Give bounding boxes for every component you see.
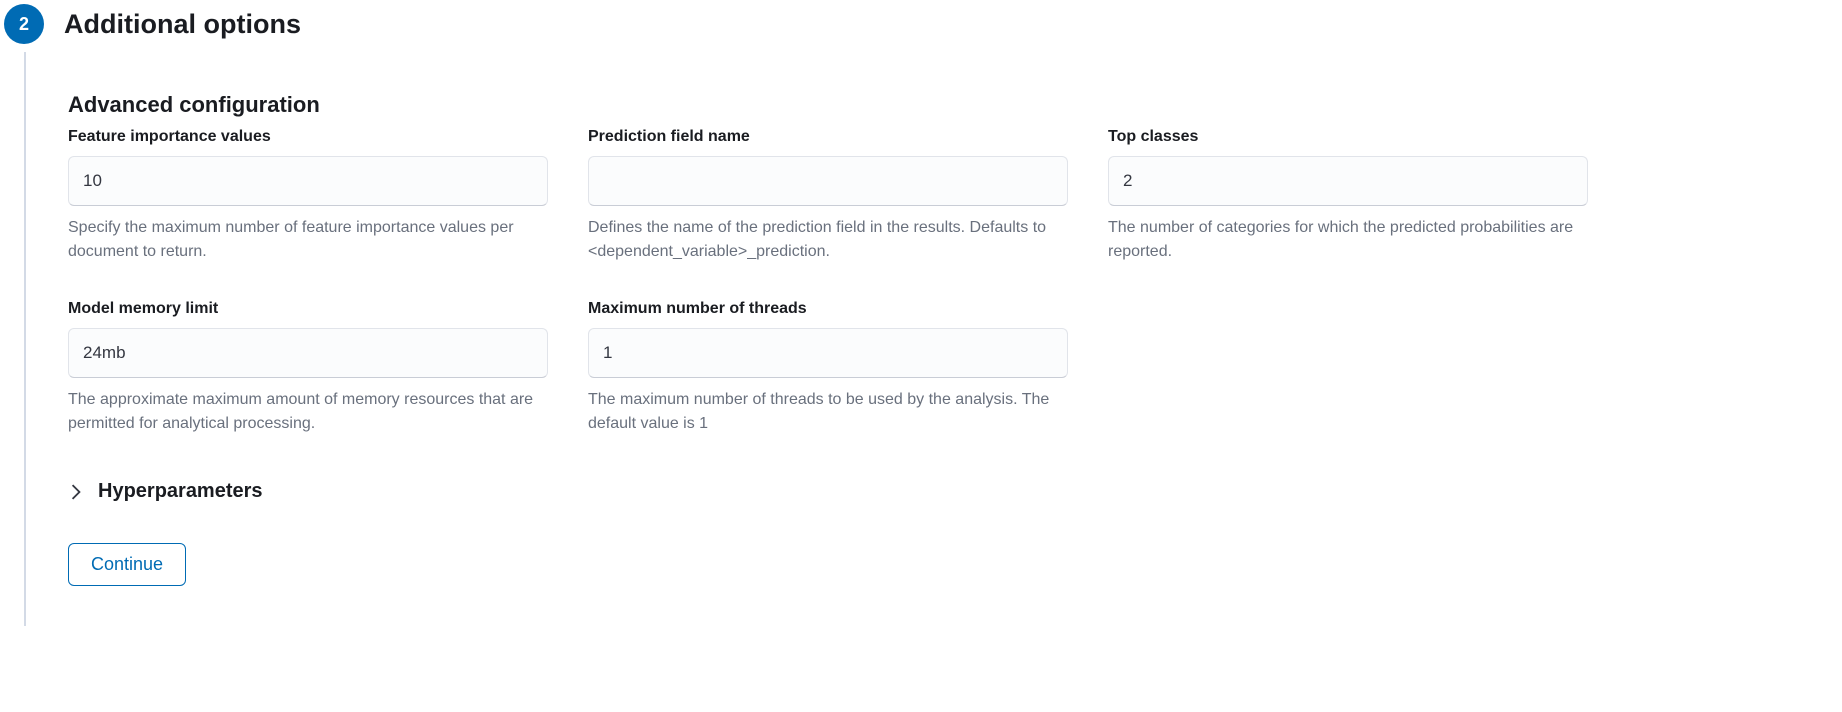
step-title: Additional options: [64, 4, 301, 44]
step-number-badge: 2: [4, 4, 44, 44]
hyperparameters-title: Hyperparameters: [98, 480, 263, 503]
continue-button[interactable]: Continue: [68, 543, 186, 586]
field-prediction-field-name: Prediction field name Defines the name o…: [588, 128, 1068, 264]
prediction-field-input[interactable]: [588, 156, 1068, 206]
feature-importance-label: Feature importance values: [68, 128, 548, 146]
hyperparameters-accordion[interactable]: Hyperparameters: [68, 480, 1842, 503]
model-memory-help: The approximate maximum amount of memory…: [68, 388, 548, 436]
field-model-memory-limit: Model memory limit The approximate maxim…: [68, 300, 548, 436]
prediction-field-label: Prediction field name: [588, 128, 1068, 146]
model-memory-input[interactable]: [68, 328, 548, 378]
top-classes-input[interactable]: [1108, 156, 1588, 206]
field-top-classes: Top classes The number of categories for…: [1108, 128, 1588, 264]
max-threads-help: The maximum number of threads to be used…: [588, 388, 1068, 436]
top-classes-help: The number of categories for which the p…: [1108, 216, 1588, 264]
feature-importance-help: Specify the maximum number of feature im…: [68, 216, 548, 264]
max-threads-input[interactable]: [588, 328, 1068, 378]
max-threads-label: Maximum number of threads: [588, 300, 1068, 318]
prediction-field-help: Defines the name of the prediction field…: [588, 216, 1068, 264]
model-memory-label: Model memory limit: [68, 300, 548, 318]
top-classes-label: Top classes: [1108, 128, 1588, 146]
field-feature-importance: Feature importance values Specify the ma…: [68, 128, 548, 264]
chevron-right-icon: [68, 484, 84, 500]
field-max-threads: Maximum number of threads The maximum nu…: [588, 300, 1068, 436]
section-title: Advanced configuration: [68, 92, 1842, 118]
feature-importance-input[interactable]: [68, 156, 548, 206]
